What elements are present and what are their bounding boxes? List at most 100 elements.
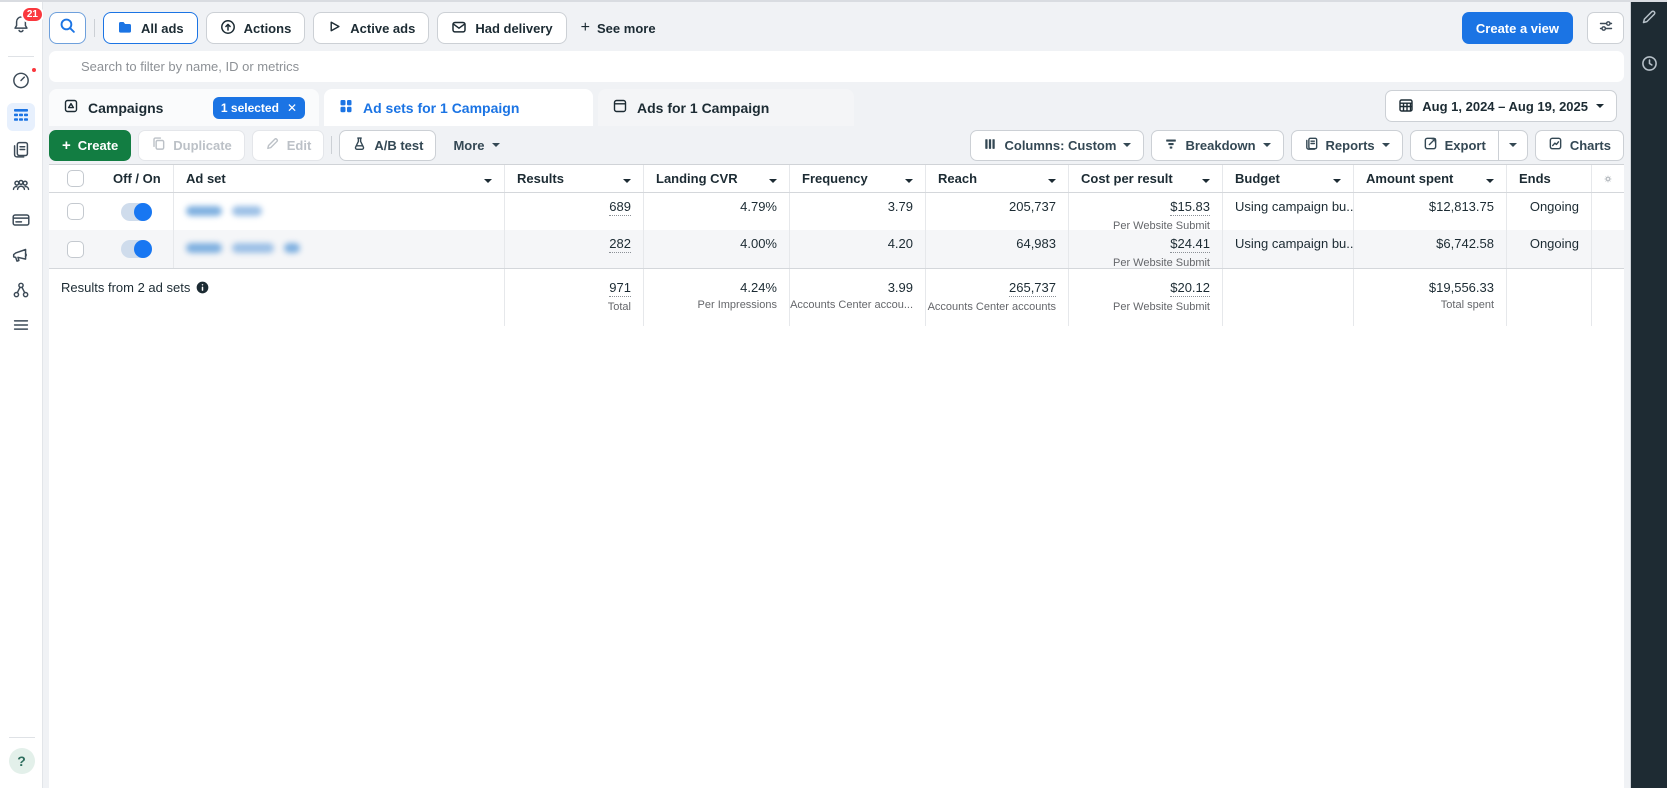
search-input[interactable] — [49, 51, 1624, 82]
sort-icon[interactable] — [478, 171, 492, 186]
cost-per-result-value[interactable]: $15.83 — [1170, 199, 1210, 216]
date-range-picker[interactable]: Aug 1, 2024 – Aug 19, 2025 — [1385, 90, 1617, 122]
clock-icon[interactable] — [1641, 55, 1658, 77]
sort-icon[interactable] — [1196, 171, 1210, 186]
ends-value: Ongoing — [1530, 199, 1579, 214]
info-icon[interactable] — [196, 281, 209, 294]
ab-test-button[interactable]: A/B test — [339, 130, 436, 161]
top-divider — [0, 0, 1667, 2]
clear-selection-icon[interactable]: ✕ — [287, 101, 297, 115]
folder-icon — [117, 19, 133, 38]
results-value[interactable]: 689 — [609, 199, 631, 216]
sort-icon[interactable] — [617, 171, 631, 186]
more-button[interactable]: More — [443, 130, 509, 161]
summary-results[interactable]: 971 — [609, 280, 631, 297]
ad-set-toggle-on[interactable] — [121, 203, 152, 221]
sort-icon[interactable] — [1480, 171, 1494, 186]
filter-all-ads[interactable]: All ads — [103, 12, 198, 44]
sidebar-item-account-overview[interactable] — [7, 68, 35, 96]
sort-icon[interactable] — [1327, 171, 1341, 186]
selected-count-badge[interactable]: 1 selected ✕ — [213, 97, 305, 119]
header-results[interactable]: Results — [504, 165, 643, 192]
row-checkbox[interactable] — [67, 241, 84, 258]
pencil-icon[interactable] — [1640, 8, 1658, 31]
gauge-icon — [10, 69, 32, 96]
reports-label: Reports — [1326, 138, 1375, 153]
sidebar-item-ads-reporting[interactable] — [7, 138, 35, 166]
charts-button[interactable]: Charts — [1535, 130, 1624, 161]
breakdown-button[interactable]: Breakdown — [1151, 130, 1283, 161]
select-all-checkbox[interactable] — [67, 170, 84, 187]
export-label: Export — [1445, 138, 1486, 153]
header-landing-cvr[interactable]: Landing CVR — [643, 165, 789, 192]
export-options-button[interactable] — [1498, 131, 1527, 160]
help-button[interactable]: ? — [9, 748, 35, 774]
summary-cost-per-result-sub: Per Website Submit — [1113, 301, 1210, 313]
ad-set-name-cell[interactable] — [173, 230, 504, 268]
more-label: More — [453, 138, 484, 153]
summary-amount-spent: $19,556.33 — [1429, 280, 1494, 295]
play-icon — [327, 19, 342, 37]
search-filter-button[interactable] — [49, 12, 86, 44]
sort-icon[interactable] — [1042, 171, 1056, 186]
filter-label: Had delivery — [475, 21, 552, 36]
export-button[interactable]: Export — [1411, 131, 1498, 160]
header-ad-set[interactable]: Ad set — [173, 165, 504, 192]
filter-actions[interactable]: Actions — [206, 12, 306, 44]
header-amount-spent[interactable]: Amount spent — [1353, 165, 1506, 192]
header-cost-per-result[interactable]: Cost per result — [1068, 165, 1222, 192]
sidebar-item-advertising[interactable] — [7, 243, 35, 271]
columns-button[interactable]: Columns: Custom — [970, 130, 1144, 161]
see-more-filters-button[interactable]: + See more — [575, 20, 662, 36]
ad-set-name-cell[interactable] — [173, 193, 504, 230]
cost-per-result-value[interactable]: $24.41 — [1170, 236, 1210, 253]
sort-icon[interactable] — [899, 171, 913, 186]
row-checkbox[interactable] — [67, 203, 84, 220]
summary-cost-per-result[interactable]: $20.12 — [1170, 280, 1210, 297]
ad-set-toggle-on[interactable] — [121, 240, 152, 258]
ends-value: Ongoing — [1530, 236, 1579, 251]
sidebar-divider — [9, 737, 35, 738]
filter-active-ads[interactable]: Active ads — [313, 12, 429, 44]
filter-label: All ads — [141, 21, 184, 36]
results-value[interactable]: 282 — [609, 236, 631, 253]
tab-label: Ad sets for 1 Campaign — [363, 100, 519, 116]
sidebar-item-billing[interactable] — [7, 208, 35, 236]
search-icon — [59, 17, 76, 39]
reach-value: 205,737 — [1009, 199, 1056, 214]
reports-button[interactable]: Reports — [1291, 130, 1403, 161]
selected-count-label: 1 selected — [221, 101, 279, 115]
filter-bar: All ads Actions Active ads Had delivery … — [49, 12, 1624, 44]
view-settings-button[interactable] — [1587, 12, 1624, 44]
header-ends[interactable]: Ends — [1506, 165, 1591, 192]
divider — [94, 19, 95, 37]
sidebar-item-campaigns[interactable] — [7, 103, 35, 131]
sidebar-item-business-assets[interactable] — [7, 278, 35, 306]
sliders-icon — [1598, 18, 1614, 39]
sidebar-item-all-tools[interactable] — [7, 313, 35, 341]
create-button[interactable]: + Create — [49, 130, 131, 161]
edit-button[interactable]: Edit — [252, 130, 325, 161]
header-frequency[interactable]: Frequency — [789, 165, 925, 192]
sort-icon[interactable] — [763, 171, 777, 186]
header-budget[interactable]: Budget — [1222, 165, 1353, 192]
summary-reach[interactable]: 265,737 — [1009, 280, 1056, 297]
create-a-view-button[interactable]: Create a view — [1462, 12, 1573, 44]
level-tabs: Campaigns 1 selected ✕ Ad sets for 1 Cam… — [49, 89, 1624, 126]
chevron-down-icon — [1123, 143, 1131, 147]
sidebar-item-audiences[interactable] — [7, 173, 35, 201]
notifications-button[interactable]: 21 — [7, 12, 35, 40]
table-row[interactable]: 689 4.79% 3.79 205,737 $15.83 Per Websit… — [49, 193, 1624, 230]
envelope-icon — [451, 19, 467, 38]
charts-label: Charts — [1570, 138, 1611, 153]
tab-ad-sets[interactable]: Ad sets for 1 Campaign — [324, 89, 593, 126]
tab-campaigns[interactable]: Campaigns 1 selected ✕ — [49, 89, 319, 126]
table-settings-gear-icon[interactable] — [1591, 165, 1624, 192]
cost-per-result-sub: Per Website Submit — [1113, 220, 1210, 230]
tab-ads[interactable]: Ads for 1 Campaign — [598, 89, 854, 126]
table-row[interactable]: 282 4.00% 4.20 64,983 $24.41 Per Website… — [49, 230, 1624, 268]
filter-had-delivery[interactable]: Had delivery — [437, 12, 566, 44]
header-reach[interactable]: Reach — [925, 165, 1068, 192]
duplicate-button[interactable]: Duplicate — [138, 130, 245, 161]
summary-results-sub: Total — [608, 301, 631, 313]
